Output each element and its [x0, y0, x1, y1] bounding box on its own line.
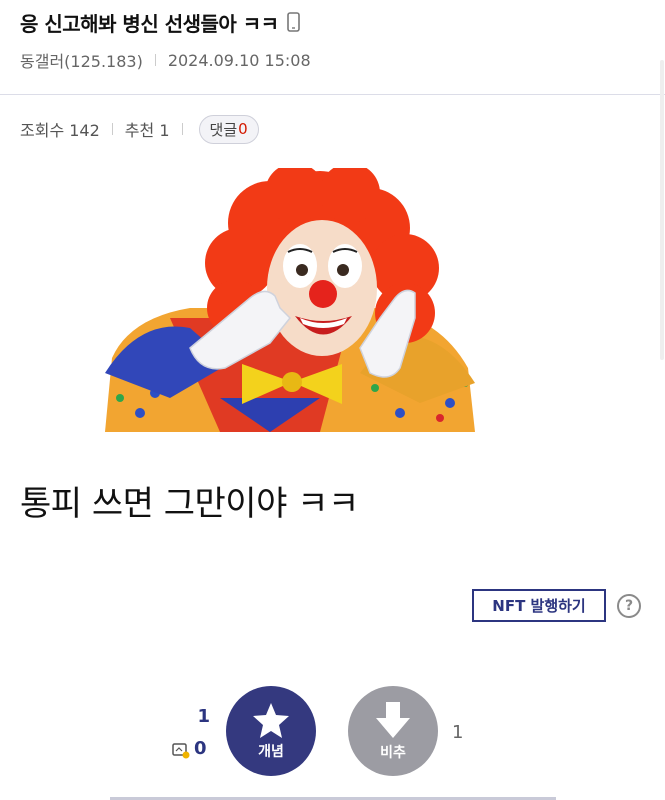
upvote-label: 개념 [258, 744, 284, 760]
post-title: 응 신고해봐 병신 선생들아 ㅋㅋ [20, 11, 279, 36]
stats-divider [181, 123, 183, 135]
nft-issue-button[interactable]: NFT 발행하기 [472, 589, 606, 622]
post-body-text: 통피 쓰면 그만이야 ㅋㅋ [20, 484, 359, 524]
stats-divider [111, 123, 113, 135]
help-icon[interactable]: ? [617, 594, 641, 618]
meta-divider [154, 54, 156, 66]
comment-count: 0 [238, 120, 248, 138]
downvote-count: 1 [452, 722, 464, 743]
mobile-phone-icon [286, 12, 300, 32]
post-stats: 조회수 142 추천 1 댓글 0 [20, 114, 259, 144]
post-meta: 동갤러(125.183) 2024.09.10 15:08 [20, 48, 311, 72]
upvote-button[interactable]: 개념 [226, 686, 316, 776]
post-image-clown [20, 168, 490, 432]
downvote-label: 비추 [380, 745, 406, 761]
fixed-upvote-count: 0 [194, 738, 207, 759]
post-title-row: 응 신고해봐 병신 선생들아 ㅋㅋ [20, 6, 300, 38]
fixed-user-icon [172, 743, 190, 759]
arrow-down-icon [376, 702, 410, 738]
comment-button[interactable]: 댓글 0 [198, 114, 259, 144]
downvote-button[interactable]: 비추 [348, 686, 438, 776]
author-name[interactable]: 동갤러(125.183) [20, 48, 143, 72]
post-date: 2024.09.10 15:08 [167, 50, 311, 70]
view-count: 조회수 142 [20, 121, 100, 140]
upvote-count: 1 [197, 706, 210, 727]
comment-label: 댓글 [209, 120, 238, 139]
recommend-count: 추천 1 [124, 121, 170, 140]
scrollbar[interactable] [660, 60, 664, 360]
header-divider [0, 94, 665, 95]
star-icon [253, 703, 289, 738]
